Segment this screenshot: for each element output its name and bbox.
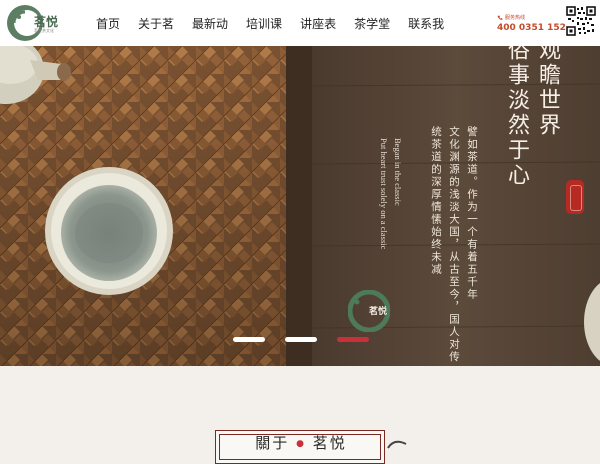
decorative-swirl-icon (387, 440, 407, 449)
hotline-label: 服务热线 (505, 15, 526, 21)
nav-item-about[interactable]: 关于茗 (138, 15, 174, 32)
slider-dot-1[interactable] (233, 337, 265, 342)
hotline: 服务热线 400 0351 152 (497, 14, 566, 33)
brand-subtitle: 茗悦茶文化 (34, 28, 54, 33)
hero-banner[interactable]: 观瞻世界 俗事淡然于心 譬如茶道。作为一个有着五千年 文化渊源的浅淡大国，从古至… (0, 46, 600, 366)
banner-body-line-1: 譬如茶道。作为一个有着五千年 (466, 126, 478, 301)
slider-dot-2[interactable] (285, 337, 317, 342)
nav-item-lectures[interactable]: 讲座表 (300, 15, 336, 32)
banner-headline-line-2: 俗事淡然于心 (504, 46, 529, 188)
banner-english-line-2: Put heart trust solely on a classic (379, 138, 389, 250)
nav-item-tea-school[interactable]: 茶学堂 (354, 15, 390, 32)
nav-item-home[interactable]: 首页 (96, 15, 120, 32)
about-title-right: 茗悦 (312, 434, 347, 452)
banner-headline-line-1: 观瞻世界 (535, 46, 560, 138)
about-section-title-box: 關于 ● 茗悦 (215, 430, 385, 464)
site-header: 茗悦 茗悦茶文化 首页 关于茗 最新动 培训课 讲座表 茶学堂 联系我 服务热线… (0, 0, 600, 46)
phone-icon (497, 15, 503, 20)
banner-body-line-2: 文化渊源的浅淡大国，从古至今，国人对传 (448, 126, 460, 364)
hotline-number: 400 0351 152 (497, 23, 566, 33)
about-title-left: 關于 (255, 434, 290, 452)
banner-logo-text: 茗悦 (369, 307, 388, 317)
banner-body-line-3: 统茶道的深厚情愫始终未减 (430, 126, 442, 276)
nav-item-training[interactable]: 培训课 (246, 15, 282, 32)
nav-item-news[interactable]: 最新动 (192, 15, 228, 32)
about-title-dot: ● (296, 439, 306, 449)
slider-pagination (233, 337, 369, 342)
nav-item-contact[interactable]: 联系我 (408, 15, 444, 32)
main-nav: 首页 关于茗 最新动 培训课 讲座表 茶学堂 联系我 (96, 0, 444, 46)
site-logo[interactable]: 茗悦 茗悦茶文化 (6, 4, 78, 42)
banner-english-line-1: Began in the classic (393, 138, 403, 206)
red-seal-stamp (566, 180, 584, 214)
qr-code-icon (566, 6, 596, 36)
slider-dot-3[interactable] (337, 337, 369, 342)
